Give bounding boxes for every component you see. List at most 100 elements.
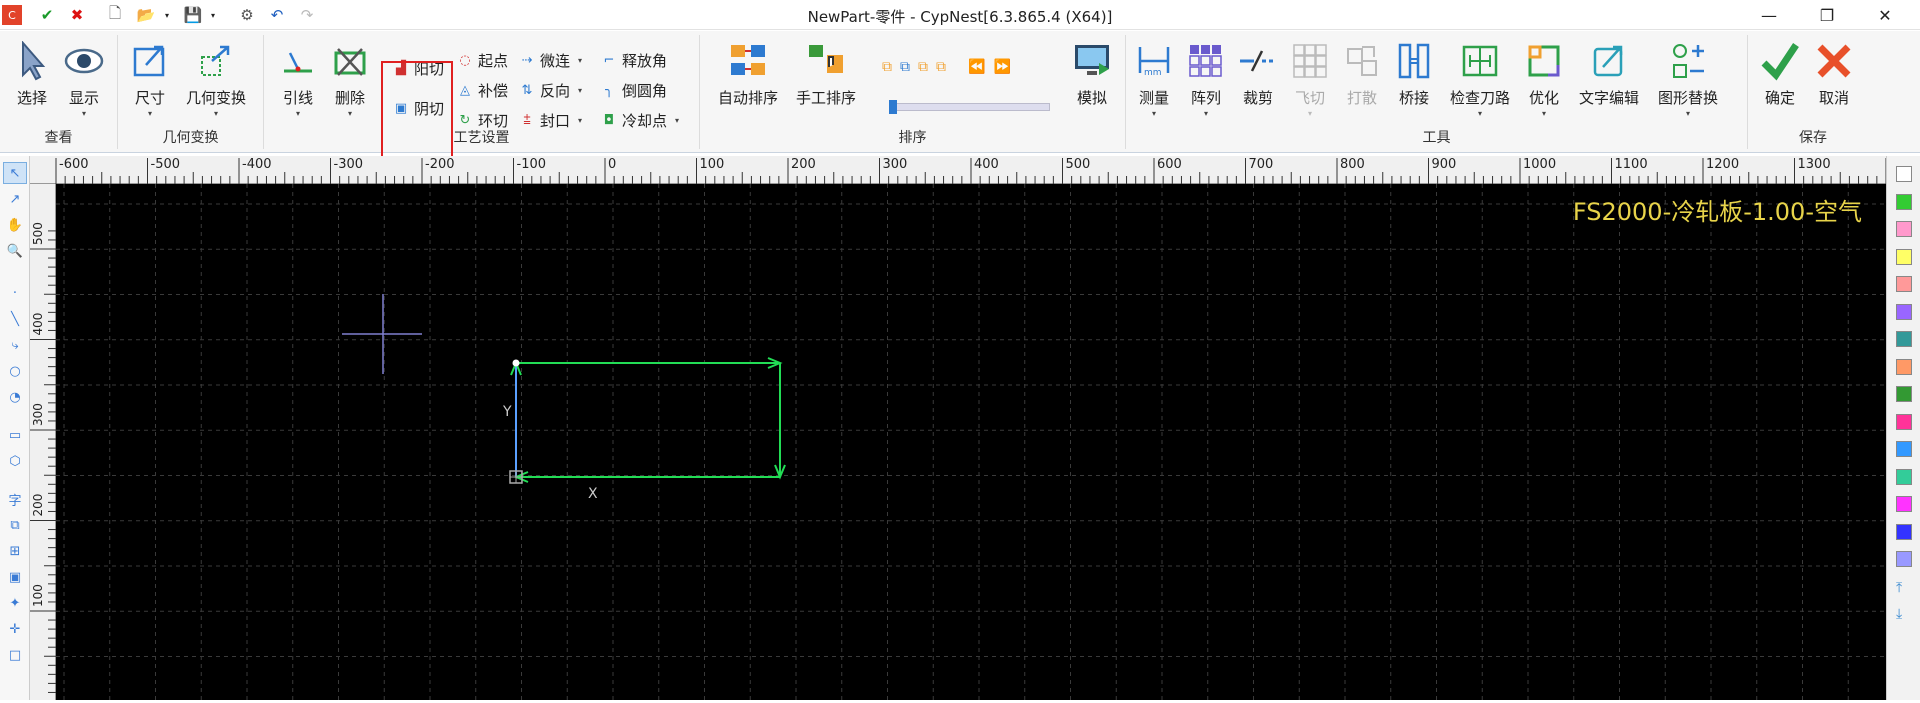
cancel-button[interactable]: 取消 <box>1806 41 1862 108</box>
color-swatch[interactable] <box>1896 303 1912 320</box>
trim-button[interactable]: 裁剪 <box>1230 41 1286 108</box>
zoom-icon[interactable]: 🔍 <box>3 240 27 262</box>
color-swatch[interactable] <box>1896 551 1912 567</box>
magic-wand-icon[interactable]: ✦ <box>3 592 27 614</box>
fillet-button[interactable]: ╮ 倒圆角 <box>600 79 667 101</box>
color-swatch[interactable] <box>1896 523 1912 540</box>
crosshair-cursor <box>342 294 422 374</box>
size-button[interactable]: 尺寸 ▾ <box>122 41 178 118</box>
check-path-button[interactable]: 检查刀路 ▾ <box>1444 41 1516 118</box>
text-edit-button[interactable]: 文字编辑 <box>1576 41 1642 108</box>
break-icon <box>1342 41 1382 81</box>
delete-icon <box>330 41 370 81</box>
mirror-tool-icon[interactable]: ⧉ <box>3 514 27 536</box>
optimize-button[interactable]: 优化 ▾ <box>1516 41 1572 118</box>
compensation-button[interactable]: ◬ 补偿 <box>456 79 508 101</box>
sort-step1-icon[interactable]: ⧉ <box>882 59 892 75</box>
fly-cut-button[interactable]: 飞切 ▾ <box>1282 41 1338 118</box>
simulation-slider[interactable] <box>889 100 1050 114</box>
text-tool-icon[interactable]: 字 <box>3 488 27 510</box>
color-swatch[interactable] <box>1896 221 1912 237</box>
micro-joint-icon: ⇢ <box>521 52 533 68</box>
node-edit-tool-icon[interactable]: ↗ <box>3 188 27 210</box>
lead-button[interactable]: 引线 ▾ <box>270 41 326 118</box>
delete-button[interactable]: 删除 ▾ <box>322 41 378 118</box>
color-swatch[interactable] <box>1896 386 1912 402</box>
part-rectangle[interactable] <box>509 357 786 484</box>
measure-icon: mm <box>1134 41 1174 81</box>
sort-step4-icon[interactable]: ⧉ <box>936 59 946 75</box>
select-tool-icon[interactable]: ↖ <box>3 162 27 184</box>
polyline-tool-icon[interactable]: ⤷ <box>3 334 27 356</box>
optimize-icon <box>1524 41 1564 81</box>
point-tool-icon[interactable]: · <box>3 282 27 304</box>
align-tool-icon[interactable]: ⊞ <box>3 540 27 562</box>
vertical-ruler: 500 400 300 200 100 <box>30 184 56 700</box>
group-view: 选择 显示 ▾ 查看 <box>0 35 118 149</box>
ruler-tick-label: 400 <box>974 157 999 172</box>
sort-step2-icon[interactable]: ⧉ <box>900 59 910 75</box>
drawing-canvas[interactable]: Y X FS2000-冷轧板-1.00-空气 <box>56 184 1886 700</box>
simulate-button[interactable]: 模拟 <box>1064 41 1120 108</box>
ruler-tick-label: 1200 <box>1706 157 1739 172</box>
color-swatch[interactable] <box>1896 413 1912 430</box>
bridge-button[interactable]: 桥接 <box>1386 41 1442 108</box>
compensation-icon: ◬ <box>460 82 470 98</box>
rewind-icon[interactable]: ⏪ <box>968 59 985 75</box>
start-point-button[interactable]: ◌ 起点 <box>456 49 508 71</box>
measure-button[interactable]: mm 测量 ▾ <box>1126 41 1182 118</box>
pan-hand-icon[interactable]: ✋ <box>3 214 27 236</box>
fly-cut-icon <box>1290 41 1330 81</box>
forward-icon[interactable]: ⏩ <box>993 59 1010 75</box>
geometry-transform-button[interactable]: 几何变换 ▾ <box>186 41 246 118</box>
arc-tool-icon[interactable]: ◔ <box>3 386 27 408</box>
select-button[interactable]: 选择 <box>4 41 60 108</box>
ribbon-toolbar: 选择 显示 ▾ 查看 尺寸 ▾ 几何变换 ▾ 几何变换 引线 ▾ 删除 ▾ ▟ … <box>0 31 1920 169</box>
micro-joint-button[interactable]: ⇢ 微连 ▾ <box>518 49 582 71</box>
sort-step3-icon[interactable]: ⧉ <box>918 59 928 75</box>
group-tool-icon[interactable]: ▣ <box>3 566 27 588</box>
ruler-tick-label: -600 <box>59 157 89 172</box>
bridge-icon <box>1394 41 1434 81</box>
ruler-tick-label: 400 <box>31 313 45 336</box>
slider-thumb[interactable] <box>889 100 897 114</box>
rectangle-tool-icon[interactable]: ▭ <box>3 424 27 446</box>
color-layer-palette: ⤒ ⤓ <box>1886 156 1920 700</box>
display-button[interactable]: 显示 ▾ <box>56 41 112 118</box>
horizontal-ruler: -600 -500 -400 -300 -200 -100 0 100 200 300 400 500… <box>30 156 1906 184</box>
ruler-tick-label: 600 <box>1157 157 1182 172</box>
release-angle-icon: ⌐ <box>603 52 615 68</box>
confirm-button[interactable]: 确定 <box>1752 41 1808 108</box>
break-button[interactable]: 打散 <box>1334 41 1390 108</box>
move-top-icon[interactable]: ⤒ <box>1896 580 1902 596</box>
x-axis-label: X <box>588 486 598 502</box>
color-swatch[interactable] <box>1896 468 1912 485</box>
crosshair-tool-icon[interactable]: ✛ <box>3 618 27 640</box>
close-window-button[interactable]: ✕ <box>1856 0 1914 30</box>
auto-sort-button[interactable]: 自动排序 <box>716 41 780 108</box>
reverse-button[interactable]: ⇅ 反向 ▾ <box>518 79 582 101</box>
color-swatch[interactable] <box>1896 331 1912 347</box>
auto-sort-icon <box>728 41 768 81</box>
move-bottom-icon[interactable]: ⤓ <box>1896 606 1902 622</box>
circle-tool-icon[interactable]: ○ <box>3 360 27 382</box>
release-angle-button[interactable]: ⌐ 释放角 <box>600 49 667 71</box>
array-button[interactable]: 阵列 ▾ <box>1178 41 1234 118</box>
color-swatch[interactable] <box>1896 248 1912 265</box>
minimize-button[interactable]: — <box>1740 0 1798 30</box>
color-swatch[interactable] <box>1896 166 1912 182</box>
manual-sort-button[interactable]: 手工排序 <box>794 41 858 108</box>
y-axis-label: Y <box>503 404 512 420</box>
line-tool-icon[interactable]: ╲ <box>3 308 27 330</box>
ruler-tick-label: 200 <box>31 494 45 517</box>
color-swatch[interactable] <box>1896 276 1912 292</box>
color-swatch[interactable] <box>1896 441 1912 457</box>
color-swatch[interactable] <box>1896 358 1912 375</box>
frame-tool-icon[interactable]: □ <box>3 644 27 666</box>
color-swatch[interactable] <box>1896 496 1912 512</box>
color-swatch[interactable] <box>1896 193 1912 210</box>
polygon-tool-icon[interactable]: ⬡ <box>3 450 27 472</box>
shape-replace-button[interactable]: 图形替换 ▾ <box>1652 41 1724 118</box>
restore-button[interactable]: ❐ <box>1798 0 1856 30</box>
window-title: NewPart-零件 - CypNest[6.3.865.4 (X64)] <box>807 8 1113 26</box>
